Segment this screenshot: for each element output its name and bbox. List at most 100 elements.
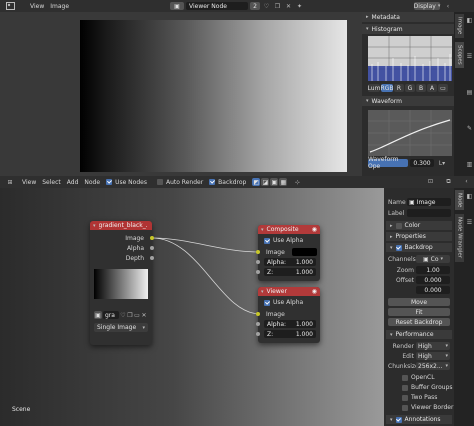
pin-icon[interactable]: ✦: [295, 3, 304, 10]
menu-image[interactable]: Image: [50, 3, 69, 10]
z-field[interactable]: Z: 1.000: [264, 268, 316, 276]
composite-node-header[interactable]: ▾ Composite ◉: [258, 225, 320, 234]
input-alpha-socket[interactable]: [256, 260, 260, 264]
offset-x-field[interactable]: 0.000: [416, 276, 450, 284]
menu-view[interactable]: View: [30, 3, 44, 10]
use-nodes-toggle[interactable]: Use Nodes: [106, 179, 147, 186]
buffer-groups-row[interactable]: Buffer Groups: [402, 384, 453, 391]
collapse-arrow-icon[interactable]: ▾: [261, 289, 264, 295]
channel-rgb[interactable]: RGB: [381, 84, 393, 92]
grease-icon[interactable]: ▥: [465, 160, 474, 169]
viewer-border-row[interactable]: Viewer Border: [402, 404, 453, 411]
gizmo-icon[interactable]: ⊹: [293, 179, 301, 186]
waveform-channel-icon[interactable]: L▾: [436, 160, 448, 167]
folder-icon[interactable]: ▭: [134, 312, 140, 319]
copy-icon[interactable]: ❐: [127, 312, 133, 319]
alpha-channel-button[interactable]: ◪: [261, 178, 270, 186]
close-icon[interactable]: ✕: [284, 3, 293, 10]
rgba-channel-button[interactable]: ▣: [270, 178, 279, 186]
backdrop-toggle[interactable]: Backdrop: [209, 179, 246, 186]
composite-use-alpha[interactable]: Use Alpha: [264, 237, 303, 244]
waveform-opacity-field[interactable]: 0.300: [410, 159, 434, 167]
menu-node[interactable]: Node: [84, 179, 100, 186]
menu-add[interactable]: Add: [67, 179, 79, 186]
display-dropdown[interactable]: Display ▾: [414, 2, 440, 10]
auto-render-toggle[interactable]: Auto Render: [156, 179, 203, 186]
label-field[interactable]: [407, 209, 451, 217]
fit-button[interactable]: Fit: [388, 308, 450, 316]
performance-panel-header[interactable]: ▾ Performance: [386, 330, 452, 339]
node-editor-type-icon[interactable]: ⊞: [4, 179, 16, 186]
image-browse-button[interactable]: ▣: [94, 311, 102, 319]
metadata-panel-header[interactable]: ▸ Metadata: [362, 12, 454, 22]
menu-select[interactable]: Select: [42, 179, 61, 186]
mask-icon[interactable]: ▤: [465, 88, 474, 97]
annotations-checkbox[interactable]: [395, 416, 402, 423]
image-browse-button[interactable]: ▣: [170, 2, 184, 10]
node-canvas[interactable]: ▾ gradient_black_... Image Alpha Depth ▣…: [0, 188, 384, 426]
close-icon[interactable]: ✕: [141, 312, 147, 319]
alpha-field[interactable]: Alpha: 1.000: [264, 320, 316, 328]
collapse-arrow-icon[interactable]: ▾: [261, 227, 264, 233]
z-field[interactable]: Z: 1.000: [264, 330, 316, 338]
color-panel-header[interactable]: ▸ Color: [386, 221, 452, 230]
viewer-use-alpha[interactable]: Use Alpha: [264, 299, 303, 306]
rgb-channel-button[interactable]: ◩: [252, 178, 261, 186]
tab-image[interactable]: Image: [455, 14, 464, 38]
waveform-graph[interactable]: [368, 110, 452, 156]
opencl-checkbox[interactable]: [402, 374, 408, 381]
name-field[interactable]: ▣ Image: [407, 198, 451, 206]
input-z-socket[interactable]: [256, 332, 260, 336]
output-alpha-socket[interactable]: [150, 246, 154, 250]
use-nodes-checkbox[interactable]: [106, 179, 113, 185]
chunksize-dropdown[interactable]: 256x2... ▾: [416, 362, 450, 370]
color-checkbox[interactable]: [395, 222, 402, 229]
auto-render-checkbox[interactable]: [156, 179, 163, 185]
viewer-border-checkbox[interactable]: [402, 404, 408, 411]
input-image-socket[interactable]: [256, 312, 260, 316]
input-z-socket[interactable]: [256, 270, 260, 274]
opencl-row[interactable]: OpenCL: [402, 374, 435, 381]
input-alpha-socket[interactable]: [256, 322, 260, 326]
paint-icon[interactable]: ✎: [465, 124, 474, 133]
image-source-dropdown[interactable]: Single Image ▾: [94, 323, 148, 332]
menu-view[interactable]: View: [22, 179, 36, 186]
view-icon[interactable]: ☰: [465, 218, 474, 227]
annotations-panel-header[interactable]: ▾ Annotations: [386, 415, 452, 424]
channel-a[interactable]: A: [427, 84, 437, 92]
output-depth-socket[interactable]: [150, 256, 154, 260]
overlay-icon[interactable]: ⧉: [444, 178, 453, 186]
waveform-mode-dropdown[interactable]: Waveform Ope: [368, 156, 408, 170]
image-node-header[interactable]: ▾ gradient_black_...: [90, 221, 152, 230]
histogram-fill-button[interactable]: ▭: [438, 84, 448, 92]
output-image-socket[interactable]: [150, 236, 154, 240]
image-name-field[interactable]: Viewer Node: [186, 2, 248, 10]
use-alpha-checkbox[interactable]: [264, 299, 270, 306]
backdrop-panel-header[interactable]: ▾ Backdrop: [386, 243, 452, 252]
editor-type-icon[interactable]: [4, 2, 16, 11]
view-icon[interactable]: ☰: [465, 52, 474, 61]
offset-y-field[interactable]: 0.000: [416, 286, 450, 294]
histogram-graph[interactable]: [368, 36, 452, 81]
collapse-arrow-icon[interactable]: ▾: [93, 223, 96, 229]
channel-r[interactable]: R: [394, 84, 404, 92]
channel-lum[interactable]: Lum: [368, 84, 380, 92]
properties-panel-header[interactable]: ▸ Properties: [386, 232, 452, 241]
tab-node-wrangler[interactable]: Node Wrangler: [455, 214, 464, 262]
channel-b[interactable]: B: [416, 84, 426, 92]
tab-node[interactable]: Node: [455, 190, 464, 210]
use-alpha-checkbox[interactable]: [264, 237, 270, 244]
copy-icon[interactable]: ❐: [273, 3, 282, 10]
channels-dropdown[interactable]: ▣ Co ▾: [416, 255, 450, 263]
buffer-groups-checkbox[interactable]: [402, 384, 408, 391]
edit-dropdown[interactable]: High ▾: [416, 352, 450, 360]
channel-g[interactable]: G: [405, 84, 415, 92]
image-users-count[interactable]: 2: [250, 2, 260, 10]
sidebar-toggle-icon[interactable]: ‹: [462, 178, 471, 185]
image-node[interactable]: ▾ gradient_black_... Image Alpha Depth ▣…: [90, 221, 154, 345]
waveform-panel-header[interactable]: ▾ Waveform: [362, 96, 454, 106]
fake-user-icon[interactable]: ♡: [262, 3, 271, 10]
composite-node[interactable]: ▾ Composite ◉ Use Alpha Image Alpha: 1.0…: [256, 225, 320, 281]
render-dropdown[interactable]: High ▾: [416, 342, 450, 350]
sidebar-toggle-icon[interactable]: ‹: [444, 2, 452, 10]
